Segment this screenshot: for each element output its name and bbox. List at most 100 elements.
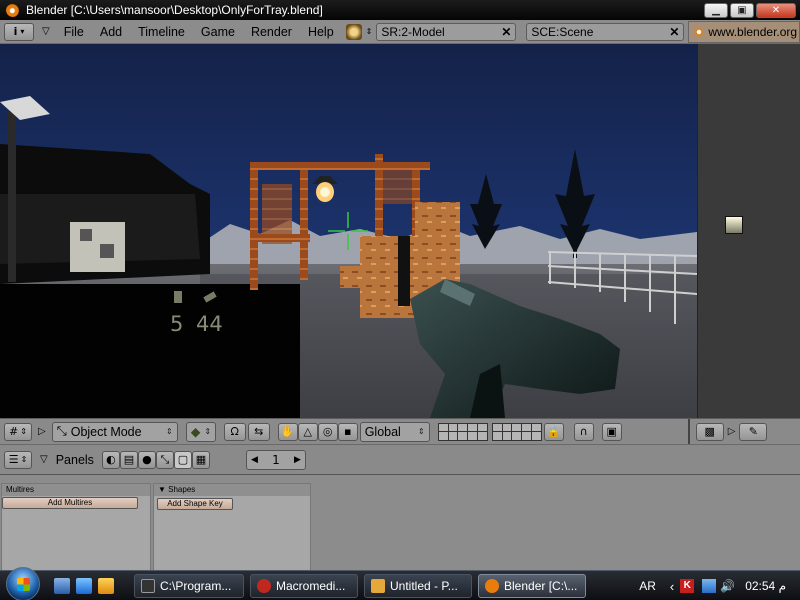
- editor-type-button[interactable]: ▩: [695, 422, 724, 441]
- scene-name-label: SCE:Scene: [531, 24, 594, 39]
- taskbar-item-label: Blender [C:\...: [504, 578, 578, 593]
- orientation-select[interactable]: Global ⇕: [359, 421, 430, 442]
- window-titlebar: Blender [C:\Users\mansoor\Desktop\OnlyFo…: [0, 0, 800, 20]
- color-swatch[interactable]: [725, 216, 743, 234]
- menu-timeline[interactable]: Timeline: [130, 25, 193, 39]
- screen: Blender [C:\Users\mansoor\Desktop\OnlyFo…: [0, 0, 800, 600]
- menu-game[interactable]: Game: [193, 25, 243, 39]
- layer-buttons-group-2[interactable]: [491, 422, 542, 441]
- pivot-icon[interactable]: ᘯ: [223, 422, 246, 441]
- multires-panel: Multires Add Multires: [1, 483, 151, 571]
- add-shape-key-button[interactable]: Add Shape Key: [157, 498, 233, 510]
- language-indicator[interactable]: AR: [639, 579, 656, 593]
- menu-render[interactable]: Render: [243, 25, 300, 39]
- clock[interactable]: 02:54 م: [745, 579, 786, 593]
- cube-icon: ◆: [190, 425, 201, 439]
- collapse-triangle-icon[interactable]: ▼: [158, 485, 168, 494]
- taskbar-item-label: C:\Program...: [160, 578, 232, 593]
- collapse-menu-triangle-icon[interactable]: ▷: [38, 426, 46, 437]
- scene-name-field[interactable]: SCE:Scene ✕: [526, 22, 685, 41]
- media-player-icon[interactable]: [98, 577, 114, 594]
- buttons-window: Multires Add Multires ▼ Shapes Add Shape…: [0, 474, 800, 571]
- widget-icon[interactable]: ⇆: [247, 422, 270, 441]
- blender-url-label[interactable]: www.blender.org: [688, 20, 800, 43]
- script-icon[interactable]: ▤: [119, 450, 138, 469]
- scale-icon[interactable]: ▪: [337, 422, 358, 441]
- magnet-icon[interactable]: ∩: [573, 422, 594, 441]
- editor-type-button[interactable]: i ▾: [4, 22, 34, 41]
- lock-icon[interactable]: 🔒: [543, 422, 564, 441]
- buttons-window-header: ☰ ⇕ ▽ Panels ◐ ▤ ● ⤡ ▢ ▦ ◀ 1 ▶: [0, 444, 800, 474]
- url-text: www.blender.org: [708, 24, 798, 39]
- menu-help[interactable]: Help: [300, 25, 342, 39]
- increment-arrow-icon[interactable]: ▶: [294, 455, 301, 465]
- network-icon[interactable]: [702, 579, 717, 593]
- screen-browse-icon[interactable]: [345, 23, 362, 40]
- screen-browse-arrows-icon[interactable]: ⇕: [366, 27, 373, 36]
- switch-windows-icon[interactable]: [76, 577, 92, 594]
- taskbar-item[interactable]: Macromedi...: [250, 573, 358, 598]
- ammo-clip-count: 5: [170, 312, 184, 336]
- updown-arrows-icon: ⇕: [166, 426, 173, 436]
- screen-name-field[interactable]: SR:2-Model ✕: [376, 22, 517, 41]
- collapse-menu-triangle-icon[interactable]: ▽: [40, 454, 48, 465]
- paint-icon[interactable]: ✎: [739, 422, 768, 441]
- menu-file[interactable]: File: [56, 25, 92, 39]
- mode-select[interactable]: ⤡ Object Mode ⇕: [51, 421, 178, 442]
- close-button[interactable]: ✕: [756, 2, 796, 18]
- sandbags: [70, 222, 125, 272]
- blender-logo-icon: [693, 25, 706, 38]
- scene-icon[interactable]: ▦: [191, 450, 210, 469]
- panel-title: Multires: [2, 484, 150, 496]
- show-desktop-icon[interactable]: [54, 577, 70, 594]
- taskbar-item[interactable]: C:\Program...: [134, 573, 244, 598]
- image-icon: ▩: [704, 425, 715, 438]
- game-scene: [0, 44, 697, 418]
- close-icon[interactable]: ✕: [667, 25, 681, 39]
- updown-arrows-icon: ⇕: [418, 426, 425, 436]
- 3d-viewport[interactable]: 5 44: [0, 44, 697, 418]
- editor-type-button[interactable]: # ⇕: [4, 422, 32, 441]
- volume-icon[interactable]: 🔊: [720, 579, 735, 593]
- editor-type-button[interactable]: ☰ ⇕: [4, 450, 32, 469]
- panels-label: Panels: [55, 452, 94, 467]
- chevron-left-icon[interactable]: ‹: [670, 579, 674, 594]
- maximize-button[interactable]: ▣: [730, 2, 754, 18]
- frame-number-field[interactable]: ◀ 1 ▶: [245, 449, 306, 470]
- side-panel[interactable]: [697, 44, 800, 418]
- info-header: i ▾ ▽ File Add Timeline Game Render Help…: [0, 20, 800, 44]
- taskbar-item-active[interactable]: Blender [C:\...: [478, 573, 586, 598]
- blender-logo-icon: [6, 3, 20, 17]
- ammo-total-count: 44: [196, 312, 223, 336]
- layer-buttons-group-1[interactable]: [437, 422, 488, 441]
- menu-add[interactable]: Add: [92, 25, 130, 39]
- updown-arrows-icon: ⇕: [204, 426, 212, 436]
- minimize-button[interactable]: ▁: [704, 2, 728, 18]
- add-multires-button[interactable]: Add Multires: [2, 497, 138, 509]
- collapse-menu-triangle-icon[interactable]: ▽: [42, 26, 50, 37]
- start-button[interactable]: [6, 566, 40, 600]
- editing-icon[interactable]: ▢: [173, 450, 192, 469]
- chevron-down-icon: ▾: [20, 27, 25, 36]
- rotate-icon[interactable]: ◎: [317, 422, 338, 441]
- orientation-label: Global: [364, 424, 401, 439]
- antivirus-icon[interactable]: K: [680, 579, 695, 593]
- object-icon[interactable]: ⤡: [155, 450, 174, 469]
- hand-icon[interactable]: ✋: [277, 422, 298, 441]
- screen-name-label: SR:2-Model: [381, 24, 445, 39]
- shading-icon[interactable]: ●: [137, 450, 156, 469]
- frame-number-label: 1: [272, 452, 280, 467]
- info-icon: i: [13, 25, 18, 38]
- close-icon[interactable]: ✕: [499, 25, 513, 39]
- render-preview-icon[interactable]: ▣: [601, 422, 622, 441]
- shapes-panel: ▼ Shapes Add Shape Key: [153, 483, 311, 571]
- taskbar-item[interactable]: Untitled - P...: [364, 573, 472, 598]
- decrement-arrow-icon[interactable]: ◀: [251, 455, 258, 465]
- mode-label: Object Mode: [70, 424, 142, 439]
- system-tray: AR ‹ K 🔊 02:54 م: [639, 571, 800, 600]
- translate-icon[interactable]: △: [297, 422, 318, 441]
- logic-icon[interactable]: ◐: [101, 450, 120, 469]
- draw-type-select[interactable]: ◆ ⇕: [185, 421, 216, 442]
- collapse-menu-triangle-icon[interactable]: ▷: [728, 426, 736, 437]
- chevron-down-icon: ⇕: [20, 427, 27, 436]
